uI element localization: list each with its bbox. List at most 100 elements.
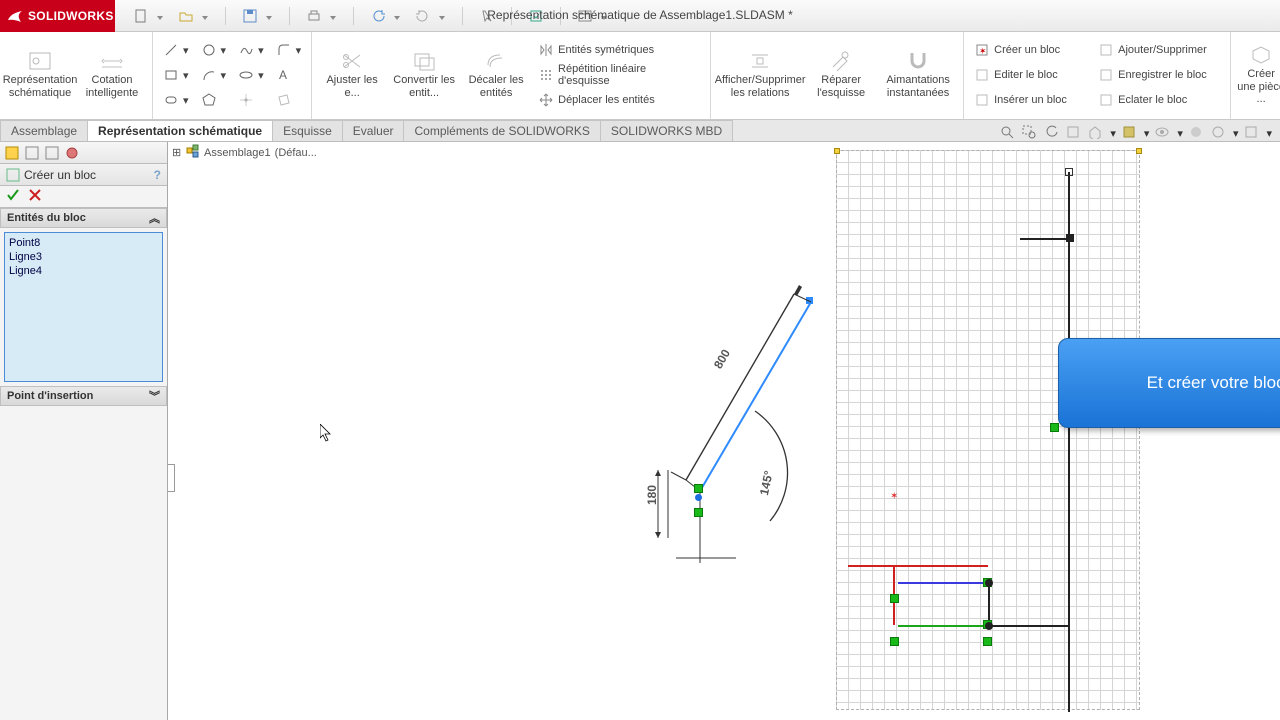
dropdown-icon[interactable]: [439, 16, 446, 23]
circle-tool-button[interactable]: ▾: [197, 39, 231, 61]
view-settings-icon[interactable]: [1244, 125, 1260, 141]
list-item[interactable]: Point8: [9, 236, 158, 250]
breadcrumb[interactable]: ⊞ Assemblage1 (Défau...: [172, 144, 317, 161]
tab-complements[interactable]: Compléments de SOLIDWORKS: [403, 120, 600, 141]
sketch-relation-icon[interactable]: [983, 637, 992, 646]
print-icon[interactable]: [306, 8, 322, 24]
display-style-icon[interactable]: [1122, 125, 1138, 141]
sketch-line-blue[interactable]: [898, 582, 990, 584]
plane-tool-button[interactable]: [272, 89, 306, 111]
dropdown-icon[interactable]: [330, 16, 337, 23]
help-icon[interactable]: ?: [154, 168, 161, 182]
tab-evaluer[interactable]: Evaluer: [342, 120, 405, 141]
explode-block-button[interactable]: Eclater le bloc: [1094, 89, 1224, 111]
dropdown-icon[interactable]: [394, 16, 401, 23]
dimension-icon: [99, 50, 125, 72]
pm-group-entities[interactable]: Entités du bloc ︽: [0, 208, 167, 228]
zoom-fit-icon[interactable]: [1000, 125, 1016, 141]
convert-button[interactable]: Convertir les entit...: [390, 36, 458, 114]
ellipse-tool-button[interactable]: ▾: [234, 64, 268, 86]
new-file-icon[interactable]: [133, 8, 149, 24]
view-orientation-icon[interactable]: [1088, 125, 1104, 141]
dropdown-icon[interactable]: [157, 16, 164, 23]
offset-button[interactable]: Décaler les entités: [462, 36, 530, 114]
section-view-icon[interactable]: [1066, 125, 1082, 141]
text-tool-button[interactable]: A: [272, 64, 306, 86]
sketch-line-red[interactable]: [848, 565, 988, 567]
sketch-line-vertical[interactable]: [1068, 172, 1070, 712]
rect-tool-button[interactable]: ▾: [159, 64, 193, 86]
tab-representation-schematique[interactable]: Représentation schématique: [87, 120, 273, 141]
appearance-icon[interactable]: [1189, 125, 1205, 141]
graphics-area[interactable]: ⊞ Assemblage1 (Défau...: [168, 142, 1280, 720]
hide-show-icon[interactable]: [1155, 125, 1171, 141]
tree-expander-icon[interactable]: ⊞: [172, 146, 182, 160]
save-icon[interactable]: [242, 8, 258, 24]
dropdown-icon[interactable]: [202, 16, 209, 23]
instant-snaps-button[interactable]: Aimantations instantanées: [879, 36, 957, 114]
endpoint-icon[interactable]: [1065, 168, 1073, 176]
config-manager-tab-icon[interactable]: [43, 144, 61, 162]
tab-mbd[interactable]: SOLIDWORKS MBD: [600, 120, 733, 141]
point-tool-button[interactable]: [234, 89, 268, 111]
scene-icon[interactable]: [1211, 125, 1227, 141]
create-block-button[interactable]: ✶Créer un bloc: [970, 39, 1090, 61]
cancel-icon[interactable]: [28, 188, 42, 205]
label: Editer le bloc: [994, 69, 1058, 81]
previous-view-icon[interactable]: [1044, 125, 1060, 141]
pm-group-insertion-point[interactable]: Point d'insertion ︾: [0, 386, 167, 406]
grid-handle[interactable]: [834, 148, 840, 154]
trim-button[interactable]: Ajuster les e...: [318, 36, 386, 114]
polygon-tool-button[interactable]: [197, 89, 231, 111]
redo-icon[interactable]: [415, 8, 431, 24]
fillet-tool-button[interactable]: ▾: [272, 39, 306, 61]
smart-dimension-button[interactable]: Cotation intelligente: [78, 36, 146, 114]
dimension-height[interactable]: 180: [645, 485, 659, 505]
panel-split-handle[interactable]: [168, 464, 175, 492]
property-manager-tab-icon[interactable]: [23, 144, 41, 162]
zoom-area-icon[interactable]: [1022, 125, 1038, 141]
create-part-button[interactable]: Créer une pièce ...: [1237, 36, 1280, 114]
mirror-button[interactable]: Entités symétriques: [534, 39, 704, 61]
sketch-relation-icon[interactable]: [890, 594, 899, 603]
tab-assemblage[interactable]: Assemblage: [0, 120, 88, 141]
undo-icon[interactable]: [370, 8, 386, 24]
tab-esquisse[interactable]: Esquisse: [272, 120, 343, 141]
insert-block-button[interactable]: Insérer un bloc: [970, 89, 1090, 111]
show-relations-button[interactable]: Afficher/Supprimer les relations: [717, 36, 803, 114]
endpoint-icon[interactable]: [1066, 234, 1074, 242]
sketch-point[interactable]: [985, 579, 993, 587]
sketch-line[interactable]: [988, 625, 1070, 627]
repair-sketch-button[interactable]: Réparer l'esquisse: [807, 36, 875, 114]
linear-pattern-button[interactable]: Répétition linéaire d'esquisse: [534, 64, 704, 86]
edit-block-button[interactable]: Editer le bloc: [970, 64, 1090, 86]
list-item[interactable]: Ligne4: [9, 264, 158, 278]
line-tool-button[interactable]: ▾: [159, 39, 193, 61]
dropdown-icon[interactable]: [266, 16, 273, 23]
line-icon: [163, 42, 179, 58]
sketch-relation-icon[interactable]: [890, 637, 899, 646]
sketch-point[interactable]: [695, 494, 702, 501]
sketch-relation-icon[interactable]: [694, 484, 703, 493]
breadcrumb-root[interactable]: Assemblage1: [204, 147, 271, 159]
display-manager-tab-icon[interactable]: [63, 144, 81, 162]
sketch-point[interactable]: [985, 622, 993, 630]
arc-tool-button[interactable]: ▾: [197, 64, 231, 86]
spline-tool-button[interactable]: ▾: [234, 39, 268, 61]
move-button[interactable]: Déplacer les entités: [534, 89, 704, 111]
block-entities-list[interactable]: Point8 Ligne3 Ligne4: [4, 232, 163, 382]
slot-tool-button[interactable]: ▾: [159, 89, 193, 111]
list-item[interactable]: Ligne3: [9, 250, 158, 264]
sketch-relation-icon[interactable]: [1050, 423, 1059, 432]
grid-handle[interactable]: [1136, 148, 1142, 154]
open-file-icon[interactable]: [178, 8, 194, 24]
add-remove-block-button[interactable]: Ajouter/Supprimer: [1094, 39, 1224, 61]
sketch-line[interactable]: [1020, 238, 1070, 240]
sketch-relation-icon[interactable]: [694, 508, 703, 517]
feature-tree-tab-icon[interactable]: [3, 144, 21, 162]
rect-icon: [163, 67, 179, 83]
pattern-icon: [538, 67, 554, 83]
ok-icon[interactable]: [6, 188, 20, 205]
schematic-representation-button[interactable]: Représentation schématique: [6, 36, 74, 114]
save-block-button[interactable]: Enregistrer le bloc: [1094, 64, 1224, 86]
